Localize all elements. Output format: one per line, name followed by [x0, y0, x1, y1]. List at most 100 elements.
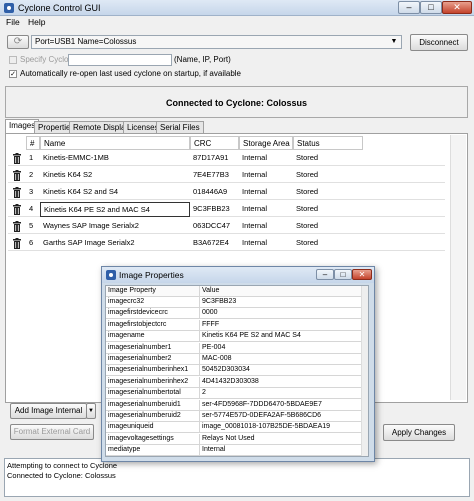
- row-number: 6: [29, 238, 34, 247]
- minimize-button[interactable]: –: [398, 1, 420, 14]
- property-row[interactable]: imagename Kinetis K64 PE S2 and MAC S4: [106, 331, 368, 343]
- property-row[interactable]: imageserialnumberuid1 ser-4FD5968F-7DDD64…: [106, 399, 368, 411]
- connection-status-text: Connected to Cyclone: Colossus: [165, 98, 308, 108]
- property-row[interactable]: imageserialnumberinhex1 50452D303034: [106, 365, 368, 377]
- trash-icon[interactable]: [12, 238, 22, 249]
- dialog-maximize-button[interactable]: □: [334, 269, 352, 280]
- trash-icon[interactable]: [12, 153, 22, 164]
- row-image-name: Kinetis K64 S2: [43, 170, 93, 179]
- property-row[interactable]: imageserialnumber1 PE-004: [106, 342, 368, 354]
- port-select[interactable]: Port=USB1 Name=Colossus ▼: [31, 35, 402, 49]
- property-name: imageserialnumberinhex1: [106, 365, 200, 377]
- property-value: MAC-008: [202, 355, 232, 362]
- refresh-icon: ⟳: [13, 36, 23, 47]
- property-value: FFFF: [202, 320, 220, 328]
- window-title: Cyclone Control GUI: [18, 3, 101, 13]
- specify-cyclone-input[interactable]: [68, 54, 172, 66]
- disconnect-button[interactable]: Disconnect: [410, 34, 468, 51]
- row-number: 1: [29, 153, 34, 162]
- row-image-name: Kinetis K64 PE S2 and MAC S4: [40, 202, 190, 217]
- refresh-button[interactable]: ⟳: [7, 35, 29, 49]
- property-value: 4D41432D303038: [202, 377, 259, 385]
- property-name: imageserialnumber2: [106, 354, 200, 365]
- row-storage-area: Internal: [242, 238, 268, 247]
- row-storage-area: Internal: [242, 204, 268, 213]
- property-row[interactable]: imageserialnumberuid2 ser-5774E57D-0DEFA2…: [106, 411, 368, 422]
- auto-reopen-checkbox[interactable]: ✓: [9, 70, 17, 78]
- property-row[interactable]: imageuniqueid image_00081018-107B25DE-5BD…: [106, 422, 368, 434]
- menu-file[interactable]: File: [6, 17, 20, 27]
- property-row[interactable]: imagefirstdevicecrc 0000: [106, 308, 368, 320]
- connection-status-panel: Connected to Cyclone: Colossus: [5, 86, 468, 118]
- chevron-down-icon: ▼: [390, 38, 398, 45]
- property-name: imageserialnumber1: [106, 342, 200, 354]
- property-name: imagevoltagesettings: [106, 433, 200, 445]
- menu-bar: File Help: [0, 16, 474, 29]
- trash-icon[interactable]: [12, 170, 22, 181]
- property-name: imagefirstdevicecrc: [106, 308, 200, 320]
- row-storage-area: Internal: [242, 221, 268, 230]
- properties-scrollbar[interactable]: [361, 286, 368, 456]
- table-row[interactable]: 6 Garths SAP Image Serialx2 B3A672E4 Intern…: [8, 236, 445, 251]
- property-name: imagename: [106, 331, 200, 343]
- dialog-title: Image Properties: [119, 270, 184, 280]
- column-header-name[interactable]: Name: [40, 136, 190, 150]
- row-number: 2: [29, 170, 34, 179]
- column-header-crc[interactable]: CRC: [190, 136, 239, 150]
- title-bar: Cyclone Control GUI – □ ✕: [0, 0, 474, 16]
- close-button[interactable]: ✕: [442, 1, 472, 14]
- table-row[interactable]: 3 Kinetis K64 S2 and S4 018446A9 Internal St…: [8, 185, 445, 200]
- table-row[interactable]: 5 Waynes SAP Image Serialx2 063DCC47 Intern…: [8, 219, 445, 234]
- row-status: Stored: [296, 187, 319, 196]
- row-storage-area: Internal: [242, 170, 268, 179]
- row-image-name: Kinetis-EMMC-1MB: [43, 153, 109, 162]
- trash-icon[interactable]: [12, 204, 22, 215]
- auto-reopen-label: Automatically re-open last used cyclone …: [20, 69, 242, 78]
- property-row[interactable]: imageserialnumbertotal 2: [106, 388, 368, 400]
- apply-changes-button[interactable]: Apply Changes: [383, 424, 455, 441]
- property-value: image_00081018-107B25DE-5BDAEA19: [202, 423, 331, 431]
- property-value: ser-4FD5968F-7DDD6470-5BDAE9E7: [202, 400, 322, 408]
- property-name: imagecrc32: [106, 297, 200, 308]
- row-storage-area: Internal: [242, 187, 268, 196]
- trash-icon[interactable]: [12, 221, 22, 232]
- app-icon: [4, 3, 14, 13]
- row-crc: 87D17A91: [193, 153, 229, 162]
- add-image-dropdown-button[interactable]: ▼: [86, 403, 96, 419]
- properties-grid: Image Property Value imagecrc32 9C3FBB23 i…: [105, 285, 369, 457]
- table-row[interactable]: 1 Kinetis-EMMC-1MB 87D17A91 Internal Stored: [8, 151, 445, 166]
- column-header-value[interactable]: Value: [200, 286, 368, 297]
- property-row[interactable]: imagecrc32 9C3FBB23: [106, 297, 368, 308]
- row-crc: 018446A9: [193, 187, 228, 196]
- column-header-property[interactable]: Image Property: [106, 286, 200, 297]
- property-name: imagefirstobjectcrc: [106, 319, 200, 331]
- maximize-button[interactable]: □: [420, 1, 442, 14]
- dialog-title-bar: Image Properties – □ ✕: [102, 267, 374, 283]
- log-output[interactable]: Attempting to connect to Cyclone Connect…: [4, 458, 470, 497]
- property-row[interactable]: imagevoltagesettings Relays Not Used: [106, 433, 368, 445]
- property-value: Internal: [202, 446, 226, 454]
- property-row[interactable]: imageserialnumber2 MAC-008: [106, 354, 368, 365]
- property-row[interactable]: imageserialnumberinhex2 4D41432D303038: [106, 376, 368, 388]
- column-header-storage-area[interactable]: Storage Area: [239, 136, 293, 150]
- property-name: imageserialnumbertotal: [106, 388, 200, 400]
- table-row[interactable]: 2 Kinetis K64 S2 7E4E77B3 Internal Stored: [8, 168, 445, 183]
- property-row[interactable]: imagefirstobjectcrc FFFF: [106, 319, 368, 331]
- dialog-minimize-button[interactable]: –: [316, 269, 334, 280]
- table-row[interactable]: 4 Kinetis K64 PE S2 and MAC S4 9C3FBB23 Int…: [8, 202, 445, 217]
- property-row[interactable]: mediatype Internal: [106, 445, 368, 456]
- add-image-internal-button[interactable]: Add Image Internal: [10, 403, 87, 419]
- log-line: Attempting to connect to Cyclone: [7, 461, 118, 470]
- format-external-card-button[interactable]: Format External Card: [10, 424, 94, 440]
- property-value: Kinetis K64 PE S2 and MAC S4: [202, 332, 301, 340]
- column-header-status[interactable]: Status: [293, 136, 363, 150]
- property-value: 2: [202, 389, 206, 397]
- dialog-close-button[interactable]: ✕: [352, 269, 372, 280]
- property-value: Relays Not Used: [202, 434, 255, 442]
- row-crc: 7E4E77B3: [193, 170, 229, 179]
- column-header-number[interactable]: #: [26, 136, 40, 150]
- trash-icon[interactable]: [12, 187, 22, 198]
- images-scrollbar[interactable]: [450, 135, 466, 400]
- menu-help[interactable]: Help: [28, 17, 45, 27]
- specify-cyclone-checkbox[interactable]: [9, 56, 17, 64]
